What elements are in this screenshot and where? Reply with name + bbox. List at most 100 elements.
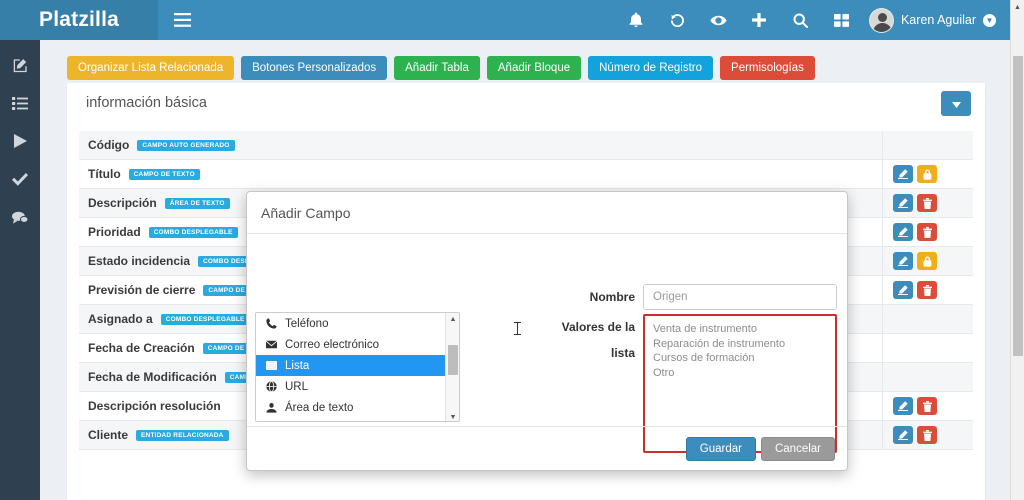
edit-row-button[interactable]: [893, 252, 913, 270]
row-actions-cell: [883, 363, 973, 392]
action-button-row: Organizar Lista Relacionada Botones Perso…: [67, 56, 815, 80]
scroll-down-icon[interactable]: ▼: [446, 411, 459, 421]
row-actions-cell: [883, 247, 973, 276]
history-icon[interactable]: [657, 0, 698, 40]
row-actions-cell: [883, 334, 973, 363]
sidebar-item-edit[interactable]: [0, 46, 40, 84]
scroll-up-icon[interactable]: ▲: [1011, 0, 1024, 14]
field-type-option[interactable]: Teléfono: [256, 313, 446, 334]
scrollbar-thumb[interactable]: [1013, 56, 1023, 356]
field-type-label: Área de texto: [285, 401, 354, 414]
field-name: Descripción resolución: [88, 399, 221, 413]
list-icon: [12, 96, 28, 110]
name-input[interactable]: [643, 284, 837, 310]
field-type-label: URL: [285, 380, 309, 393]
field-type-badge: CAMPO AUTO GENERADO: [137, 139, 235, 151]
name-label: Nombre: [589, 290, 635, 304]
field-name: Previsión de cierre: [88, 283, 196, 297]
row-actions-cell: [883, 305, 973, 334]
delete-row-button[interactable]: [917, 223, 937, 241]
row-actions-cell: [883, 131, 973, 160]
eye-icon[interactable]: [698, 0, 739, 40]
bell-icon[interactable]: [616, 0, 657, 40]
panel-collapse-button[interactable]: [941, 91, 971, 116]
sidebar-item-comment[interactable]: [0, 198, 40, 236]
delete-row-button[interactable]: [917, 397, 937, 415]
play-icon: [13, 134, 27, 148]
phone-icon: [266, 318, 277, 329]
field-type-badge: ENTIDAD RELACIONADA: [136, 429, 229, 441]
toolbar-button-1[interactable]: Botones Personalizados: [241, 56, 388, 80]
edit-square-icon: [13, 58, 28, 73]
edit-row-button[interactable]: [893, 281, 913, 299]
topbar-icon-group: [616, 0, 862, 40]
pencil-icon: [898, 285, 908, 295]
envelope-icon: [266, 340, 277, 349]
sidebar-item-check[interactable]: [0, 160, 40, 198]
globe-icon: [266, 381, 277, 392]
list-box-icon: [266, 361, 277, 370]
user-name: Karen Aguilar: [900, 13, 976, 27]
row-actions-cell: [883, 392, 973, 421]
field-type-option[interactable]: Área de texto: [256, 397, 446, 418]
name-field-group: Nombre: [539, 284, 837, 310]
delete-row-button[interactable]: [917, 281, 937, 299]
pencil-icon: [898, 401, 908, 411]
lock-row-button[interactable]: [917, 165, 937, 183]
edit-row-button[interactable]: [893, 194, 913, 212]
add-field-modal: Añadir Campo Teléfono Correo electrónico L…: [246, 191, 848, 471]
sidebar-item-list[interactable]: [0, 84, 40, 122]
modal-title: Añadir Campo: [247, 192, 847, 234]
cancel-button[interactable]: Cancelar: [760, 436, 835, 461]
check-icon: [12, 172, 28, 186]
edit-row-button[interactable]: [893, 165, 913, 183]
edit-row-button[interactable]: [893, 397, 913, 415]
field-name: Estado incidencia: [88, 254, 191, 268]
avatar: [868, 7, 894, 33]
field-type-badge: CAMPO DE TEXTO: [128, 168, 200, 180]
pencil-icon: [898, 430, 908, 440]
grid-icon[interactable]: [821, 0, 862, 40]
search-icon[interactable]: [780, 0, 821, 40]
table-row: Título CAMPO DE TEXTO: [79, 159, 973, 189]
listbox-scrollbar[interactable]: ▲ ▼: [445, 313, 459, 421]
edit-row-button[interactable]: [893, 223, 913, 241]
sidebar-item-play[interactable]: [0, 122, 40, 160]
panel-header: información básica: [67, 83, 985, 125]
user-menu[interactable]: Karen Aguilar ▼: [862, 0, 1010, 40]
row-actions-cell: [883, 218, 973, 247]
brand-logo[interactable]: Platzilla: [0, 0, 158, 40]
field-name: Prioridad: [88, 225, 141, 239]
modal-body: Teléfono Correo electrónico Lista URL Área d…: [247, 234, 847, 453]
trash-icon: [922, 284, 932, 296]
delete-row-button[interactable]: [917, 194, 937, 212]
plus-icon[interactable]: [739, 0, 780, 40]
row-actions-cell: [883, 421, 973, 450]
toolbar-button-4[interactable]: Número de Registro: [588, 56, 714, 80]
toolbar-button-3[interactable]: Añadir Bloque: [486, 56, 582, 80]
field-name: Título: [88, 167, 121, 181]
hamburger-icon[interactable]: [158, 0, 206, 40]
field-type-option[interactable]: Lista: [256, 355, 446, 376]
modal-footer: Guardar Cancelar: [247, 426, 847, 470]
window-scrollbar[interactable]: ▲: [1010, 0, 1024, 500]
field-name: Fecha de Modificación: [88, 370, 217, 384]
field-type-label: Lista: [285, 359, 310, 372]
field-name-cell: Título CAMPO DE TEXTO: [79, 159, 883, 189]
save-button[interactable]: Guardar: [685, 436, 756, 461]
pencil-icon: [898, 169, 908, 179]
chevron-down-icon[interactable]: ▼: [983, 13, 996, 27]
toolbar-button-2[interactable]: Añadir Tabla: [394, 56, 480, 80]
field-name: Cliente: [88, 428, 129, 442]
delete-row-button[interactable]: [917, 426, 937, 444]
scrollbar-thumb[interactable]: [448, 345, 458, 375]
pencil-icon: [898, 198, 908, 208]
scroll-up-icon[interactable]: ▲: [446, 313, 459, 325]
field-type-listbox[interactable]: Teléfono Correo electrónico Lista URL Área d…: [255, 312, 460, 422]
field-type-option[interactable]: Correo electrónico: [256, 334, 446, 355]
toolbar-button-0[interactable]: Organizar Lista Relacionada: [67, 56, 235, 80]
lock-row-button[interactable]: [917, 252, 937, 270]
field-type-option[interactable]: URL: [256, 376, 446, 397]
toolbar-button-5[interactable]: Permisologías: [720, 56, 815, 80]
edit-row-button[interactable]: [893, 426, 913, 444]
